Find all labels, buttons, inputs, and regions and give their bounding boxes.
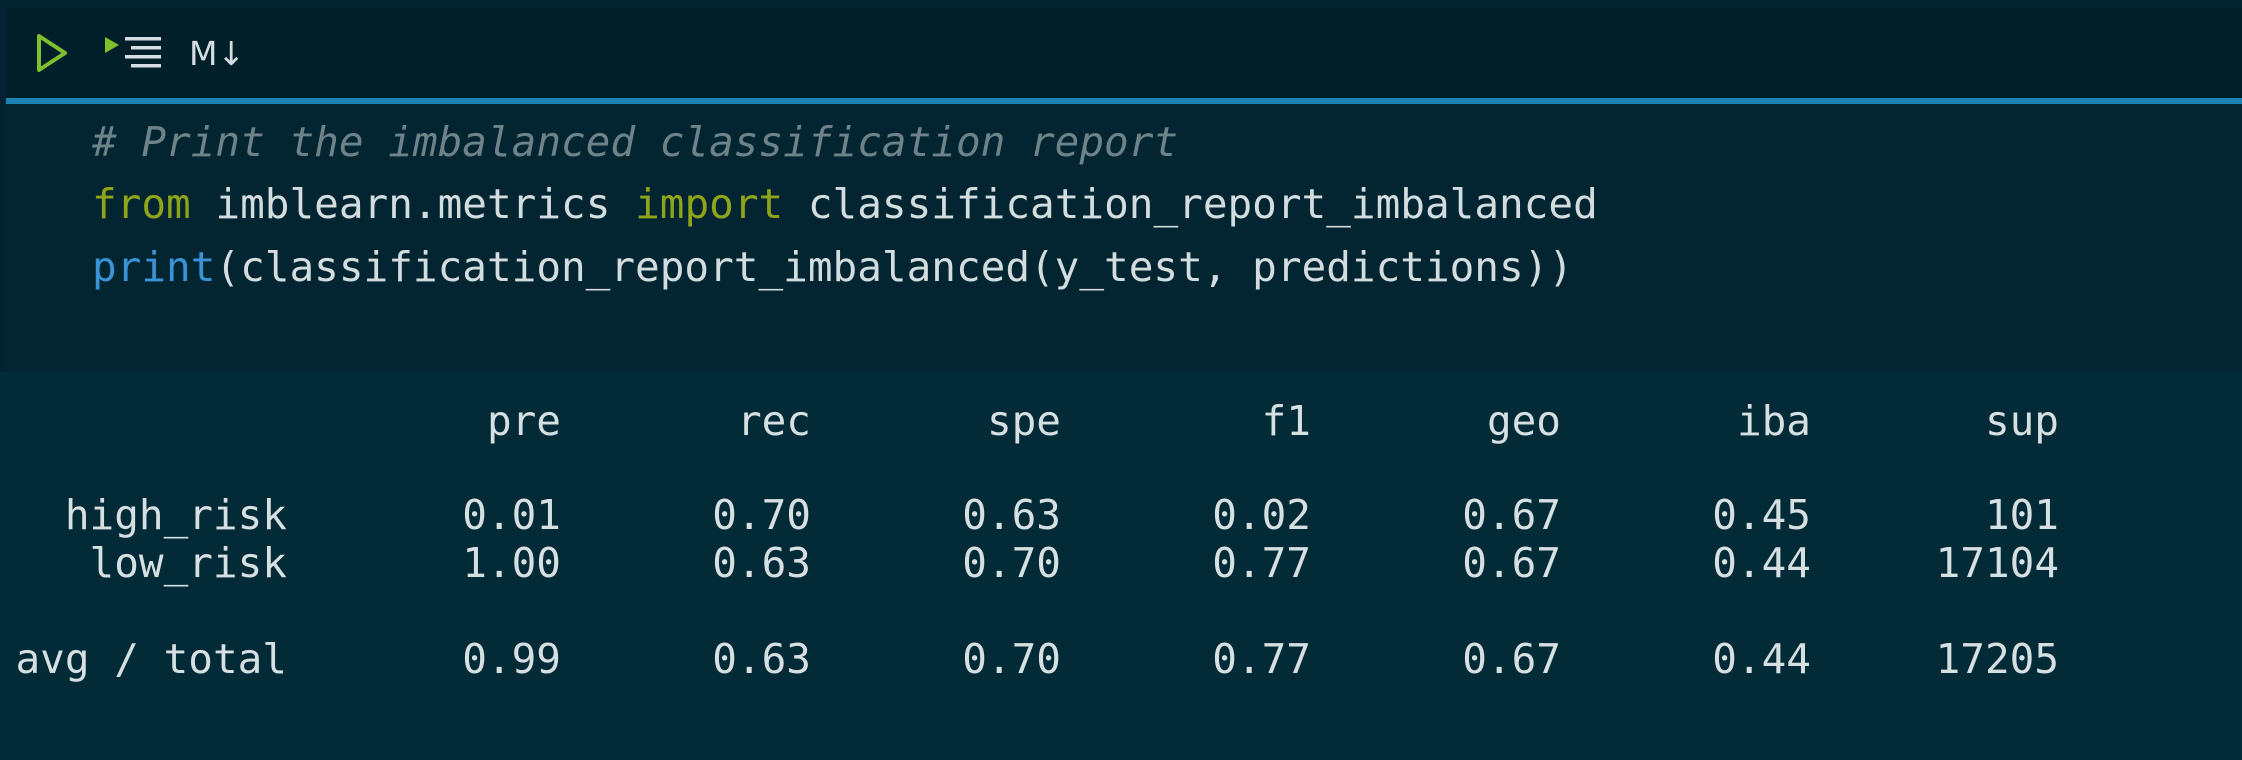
value-cell: 0.44 (1712, 539, 1811, 587)
header-cell: rec (736, 397, 811, 445)
value-cell: 0.44 (1712, 635, 1811, 683)
value-cell: 17205 (1935, 635, 2059, 683)
value-cell: 0.63 (712, 635, 811, 683)
cell-output: pre rec spe f1 geo iba sup high_risk 0.0… (0, 372, 2242, 760)
value-cell: 17104 (1935, 539, 2059, 587)
header-cell: iba (1736, 397, 1811, 445)
code-print-line: print(classification_report_imbalanced(y… (92, 237, 1573, 297)
module-name: imblearn.metrics (190, 180, 636, 228)
header-cell: spe (986, 397, 1061, 445)
value-cell: 0.63 (962, 491, 1061, 539)
play-icon (37, 34, 67, 72)
row-label: avg / total (15, 635, 287, 683)
report-total-row: avg / total 0.99 0.63 0.70 0.77 0.67 0.4… (0, 634, 2242, 684)
code-comment: # Print the imbalanced classification re… (92, 118, 1179, 166)
value-cell: 0.70 (962, 635, 1061, 683)
markdown-label: M↓ (188, 33, 246, 73)
row-label: high_risk (64, 491, 287, 539)
value-cell: 0.45 (1712, 491, 1811, 539)
value-cell: 0.67 (1462, 491, 1561, 539)
report-row: high_risk 0.01 0.70 0.63 0.02 0.67 0.45 … (0, 490, 2242, 540)
run-above-button[interactable] (98, 28, 168, 78)
value-cell: 0.01 (462, 491, 561, 539)
header-cell: pre (486, 397, 561, 445)
value-cell: 0.02 (1212, 491, 1311, 539)
value-cell: 0.99 (462, 635, 561, 683)
value-cell: 0.70 (712, 491, 811, 539)
keyword-import: import (635, 180, 784, 228)
value-cell: 0.70 (962, 539, 1061, 587)
markdown-button[interactable]: M↓ (182, 28, 252, 78)
code-import-line: from imblearn.metrics import classificat… (92, 174, 1598, 234)
imported-name: classification_report_imbalanced (783, 180, 1598, 228)
report-row: low_risk 1.00 0.63 0.70 0.77 0.67 0.44 1… (0, 538, 2242, 588)
window-top-edge (0, 0, 2242, 8)
run-cell-button[interactable] (24, 28, 80, 78)
run-all-lines-icon (105, 37, 161, 68)
header-cell: sup (1984, 397, 2059, 445)
value-cell: 101 (1984, 491, 2059, 539)
cell-toolbar: M↓ (6, 8, 2242, 98)
value-cell: 0.63 (712, 539, 811, 587)
header-cell: geo (1486, 397, 1561, 445)
header-cell: f1 (1261, 397, 1311, 445)
code-editor[interactable]: # Print the imbalanced classification re… (6, 104, 2242, 372)
value-cell: 0.77 (1212, 635, 1311, 683)
report-header-row: pre rec spe f1 geo iba sup (0, 396, 2242, 446)
row-label: low_risk (89, 539, 287, 587)
value-cell: 1.00 (462, 539, 561, 587)
value-cell: 0.67 (1462, 635, 1561, 683)
value-cell: 0.77 (1212, 539, 1311, 587)
print-arguments: (classification_report_imbalanced(y_test… (215, 243, 1574, 291)
keyword-from: from (92, 180, 191, 228)
value-cell: 0.67 (1462, 539, 1561, 587)
builtin-print: print (92, 243, 216, 291)
